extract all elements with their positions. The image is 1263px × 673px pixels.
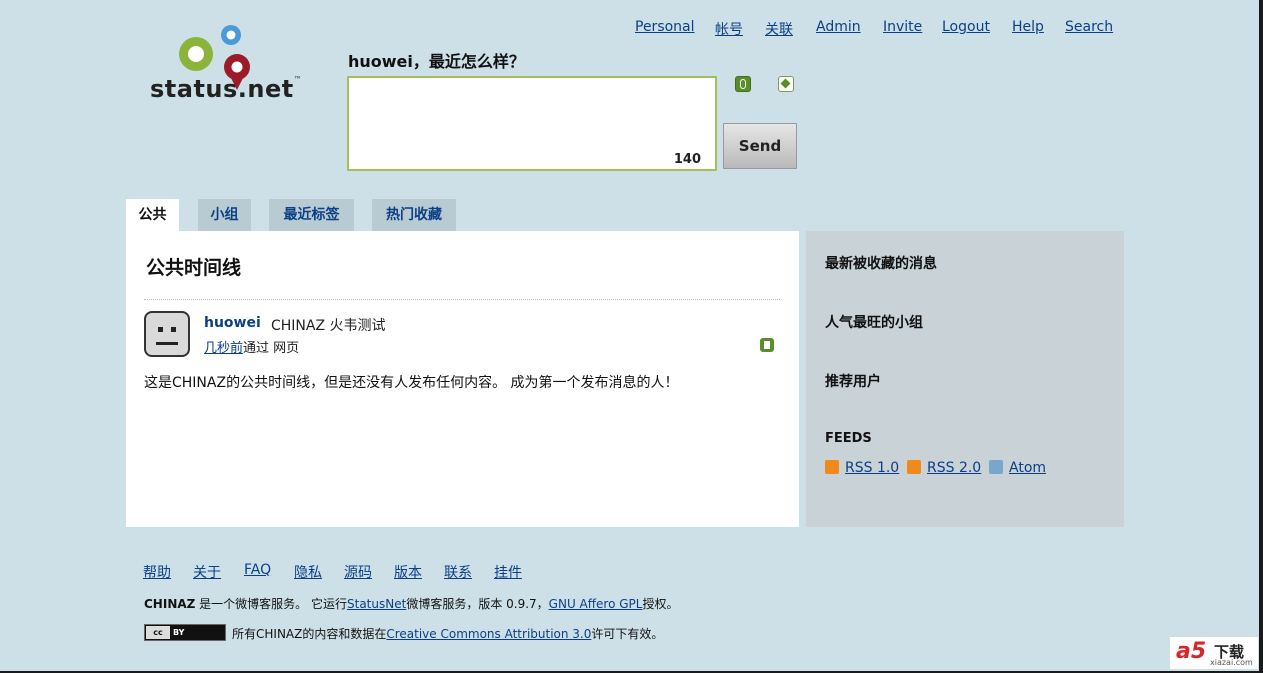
notice-via-label: 通过 <box>243 341 270 356</box>
footer-site-info: CHINAZ 是一个微博客服务。 它运行StatusNet微博客服务，版本 0.… <box>144 595 678 612</box>
footer-license-suffix: 授权。 <box>642 597 679 611</box>
footer-source[interactable]: 源码 <box>344 562 372 582</box>
tab-groups[interactable]: 小组 <box>198 199 251 231</box>
cc-license-link[interactable]: Creative Commons Attribution 3.0 <box>386 627 591 641</box>
aside-popular-groups: 人气最旺的小组 <box>825 315 923 331</box>
title-divider <box>144 299 780 300</box>
nav-personal[interactable]: Personal <box>635 19 695 35</box>
avatar-eye-left <box>158 327 163 332</box>
footer-version-text: 微博客服务，版本 0.9.7， <box>406 597 549 611</box>
notice-text: CHINAZ 火韦测试 <box>271 318 386 334</box>
feed-atom-link[interactable]: Atom <box>989 460 1046 476</box>
watermark-brand: a5 <box>1176 639 1207 664</box>
cc-license-badge[interactable]: cc BY <box>144 624 226 641</box>
aside-popular-notices: 最新被收藏的消息 <box>825 256 937 272</box>
main-content: 公共时间线 huowei CHINAZ 火韦测试 几秒前通过 网页 这是CHIN… <box>126 231 799 527</box>
footer-line2-text: 所有CHINAZ的内容和数据在 <box>232 627 387 641</box>
logo-text: status.net <box>150 75 294 103</box>
avatar[interactable] <box>144 311 190 357</box>
favorite-icon[interactable] <box>760 338 774 352</box>
footer-line1-text: 是一个微博客服务。 它运行 <box>195 597 347 611</box>
notice-author-link[interactable]: huowei <box>204 315 261 331</box>
footer-version[interactable]: 版本 <box>394 562 422 582</box>
feed-atom-label: Atom <box>1009 460 1047 476</box>
footer-badge[interactable]: 挂件 <box>494 562 522 582</box>
character-counter: 140 <box>673 152 701 167</box>
statusnet-link[interactable]: StatusNet <box>347 597 406 611</box>
notice-source: 网页 <box>273 341 300 356</box>
nav-admin[interactable]: Admin <box>816 19 861 35</box>
by-label: BY <box>173 628 185 637</box>
site-logo[interactable]: status.net™ <box>148 20 302 105</box>
footer-faq[interactable]: FAQ <box>244 562 271 578</box>
tab-recent-tags[interactable]: 最近标签 <box>269 199 354 231</box>
footer-contact[interactable]: 联系 <box>444 562 472 582</box>
page-title: 公共时间线 <box>146 257 242 279</box>
atom-icon <box>989 460 1003 474</box>
rss-icon <box>825 460 839 474</box>
watermark-logo: a5 下载 xiazai.com <box>1170 637 1258 669</box>
footer-privacy[interactable]: 隐私 <box>294 562 322 582</box>
cc-icon: cc <box>146 626 170 639</box>
attach-icon[interactable] <box>735 76 751 92</box>
avatar-eye-right <box>171 327 176 332</box>
feeds-heading: FEEDS <box>825 431 872 446</box>
nav-help[interactable]: Help <box>1012 19 1044 35</box>
send-button[interactable]: Send <box>723 123 797 169</box>
nav-search[interactable]: Search <box>1065 19 1113 35</box>
notice-timestamp-link[interactable]: 几秒前 <box>204 341 243 356</box>
nav-account[interactable]: 帐号 <box>715 19 743 39</box>
notice-meta: 几秒前通过 网页 <box>204 337 299 356</box>
footer-line2-suffix: 许可下有效。 <box>591 627 664 641</box>
footer-help[interactable]: 帮助 <box>143 562 171 582</box>
nav-connect[interactable]: 关联 <box>765 19 793 39</box>
feed-rss1-label: RSS 1.0 <box>845 460 900 476</box>
feed-rss2-label: RSS 2.0 <box>927 460 982 476</box>
notice-greeting: huowei，最近怎么样？ <box>348 52 525 71</box>
logo-trademark: ™ <box>293 75 303 84</box>
logo-wordmark: status.net™ <box>150 75 302 103</box>
nav-logout[interactable]: Logout <box>942 19 990 35</box>
tab-popular[interactable]: 热门收藏 <box>372 199 456 231</box>
window-frame-right <box>1259 0 1263 673</box>
feed-rss1-link[interactable]: RSS 1.0 <box>825 460 899 476</box>
sidebar: 最新被收藏的消息 人气最旺的小组 推荐用户 FEEDS RSS 1.0 RSS … <box>806 231 1124 527</box>
notice-textarea[interactable]: 140 <box>347 76 717 171</box>
footer-site-name: CHINAZ <box>144 597 196 611</box>
gpl-link[interactable]: GNU Affero GPL <box>549 597 643 611</box>
aside-featured-users: 推荐用户 <box>825 374 881 390</box>
tab-public[interactable]: 公共 <box>126 199 179 231</box>
feed-rss2-link[interactable]: RSS 2.0 <box>907 460 981 476</box>
watermark-site: xiazai.com <box>1210 658 1253 667</box>
avatar-mouth <box>156 342 178 345</box>
nav-invite[interactable]: Invite <box>883 19 922 35</box>
empty-timeline-message: 这是CHINAZ的公共时间线，但是还没有人发布任何内容。 成为第一个发布消息的人… <box>144 375 679 391</box>
location-pin-icon[interactable] <box>778 76 794 92</box>
footer-about[interactable]: 关于 <box>193 562 221 582</box>
footer-license-info: 所有CHINAZ的内容和数据在Creative Commons Attribut… <box>232 625 663 642</box>
rss-icon <box>907 460 921 474</box>
